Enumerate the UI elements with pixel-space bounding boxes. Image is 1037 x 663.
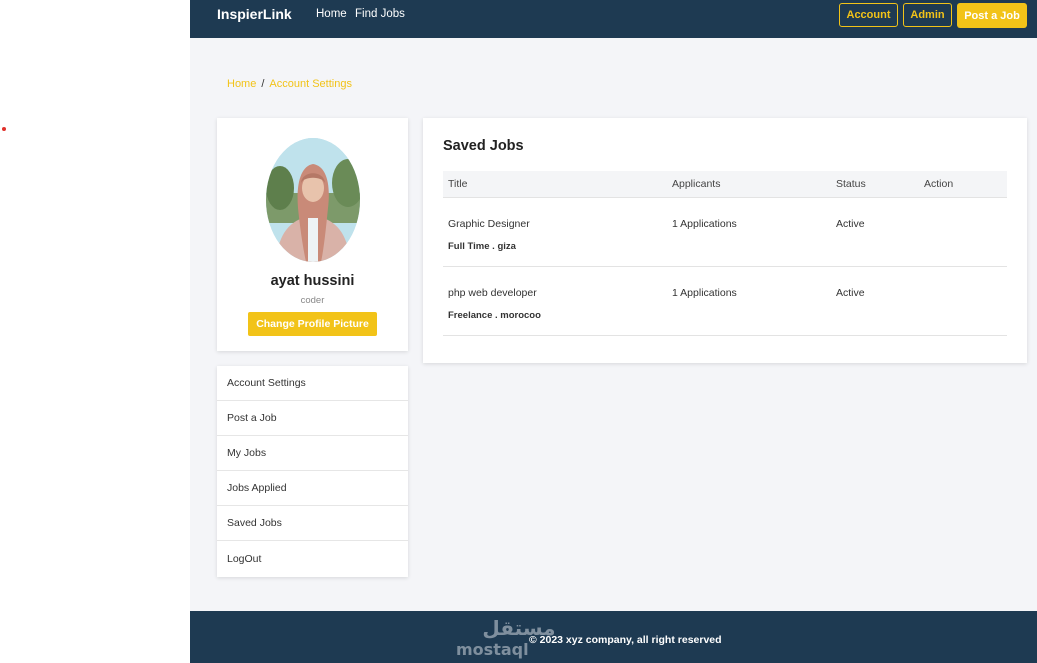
- column-header-applicants: Applicants: [672, 178, 721, 190]
- side-menu-my-jobs[interactable]: My Jobs: [217, 436, 408, 471]
- profile-name: ayat hussini: [270, 273, 355, 289]
- side-menu-post-a-job[interactable]: Post a Job: [217, 401, 408, 436]
- breadcrumb-separator: /: [261, 78, 265, 90]
- side-menu-logout[interactable]: LogOut: [217, 541, 408, 577]
- side-menu: Account Settings Post a Job My Jobs Jobs…: [217, 366, 408, 577]
- breadcrumb: Home / Account Settings: [227, 78, 352, 90]
- brand-logo[interactable]: InspierLink: [217, 6, 292, 22]
- column-header-title: Title: [448, 178, 468, 190]
- red-dot: [2, 127, 6, 131]
- side-menu-jobs-applied[interactable]: Jobs Applied: [217, 471, 408, 506]
- avatar: [266, 138, 360, 262]
- job-applicants: 1 Applications: [672, 218, 737, 230]
- column-header-action: Action: [924, 178, 954, 190]
- admin-button[interactable]: Admin: [903, 3, 952, 27]
- saved-jobs-title: Saved Jobs: [443, 138, 524, 154]
- table-row: php web developer Freelance . morocoo 1 …: [443, 267, 1007, 336]
- side-menu-account-settings[interactable]: Account Settings: [217, 366, 408, 401]
- job-applicants: 1 Applications: [672, 287, 737, 299]
- table-header: Title Applicants Status Action: [443, 171, 1007, 198]
- breadcrumb-home[interactable]: Home: [227, 78, 256, 90]
- job-status: Active: [836, 218, 865, 230]
- profile-card: ayat hussini coder Change Profile Pictur…: [217, 118, 408, 351]
- nav-link-find-jobs[interactable]: Find Jobs: [355, 8, 405, 20]
- footer: مستقل mostaql © 2023 xyz company, all ri…: [190, 611, 1037, 663]
- profile-role: coder: [300, 295, 325, 306]
- saved-jobs-table: Title Applicants Status Action Graphic D…: [443, 171, 1007, 336]
- left-blank-area: [0, 0, 190, 663]
- watermark-latin: mostaql: [456, 640, 529, 659]
- job-title[interactable]: Graphic Designer: [448, 218, 530, 230]
- nav-link-home[interactable]: Home: [316, 8, 347, 20]
- app-container: InspierLink Home Find Jobs Account Admin…: [190, 0, 1037, 663]
- saved-jobs-card: Saved Jobs Title Applicants Status Actio…: [423, 118, 1027, 363]
- footer-copyright: © 2023 xyz company, all right reserved: [529, 634, 722, 646]
- job-status: Active: [836, 287, 865, 299]
- job-title[interactable]: php web developer: [448, 287, 537, 299]
- breadcrumb-current: Account Settings: [269, 78, 352, 90]
- post-job-button[interactable]: Post a Job: [957, 3, 1027, 28]
- job-meta: Full Time . giza: [448, 241, 516, 252]
- top-navbar: InspierLink Home Find Jobs Account Admin…: [190, 0, 1037, 38]
- job-meta: Freelance . morocoo: [448, 310, 541, 321]
- column-header-status: Status: [836, 178, 866, 190]
- account-button[interactable]: Account: [839, 3, 898, 27]
- change-profile-picture-button[interactable]: Change Profile Picture: [248, 312, 377, 336]
- table-row: Graphic Designer Full Time . giza 1 Appl…: [443, 198, 1007, 267]
- side-menu-saved-jobs[interactable]: Saved Jobs: [217, 506, 408, 541]
